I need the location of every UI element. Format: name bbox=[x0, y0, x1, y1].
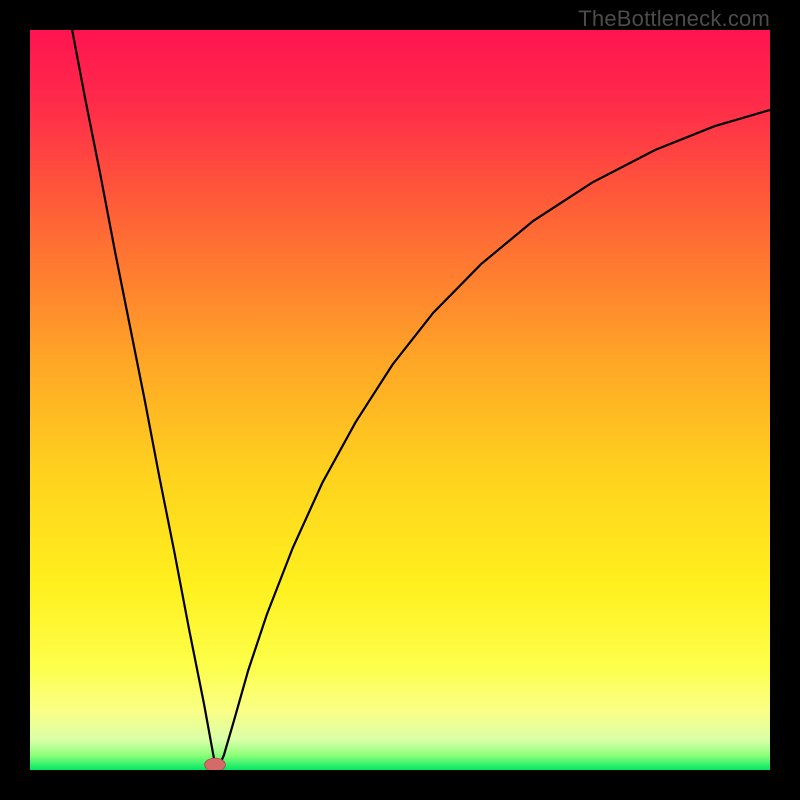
chart-plot-area bbox=[30, 30, 770, 770]
chart-frame: TheBottleneck.com bbox=[0, 0, 800, 800]
watermark-label: TheBottleneck.com bbox=[578, 6, 770, 32]
